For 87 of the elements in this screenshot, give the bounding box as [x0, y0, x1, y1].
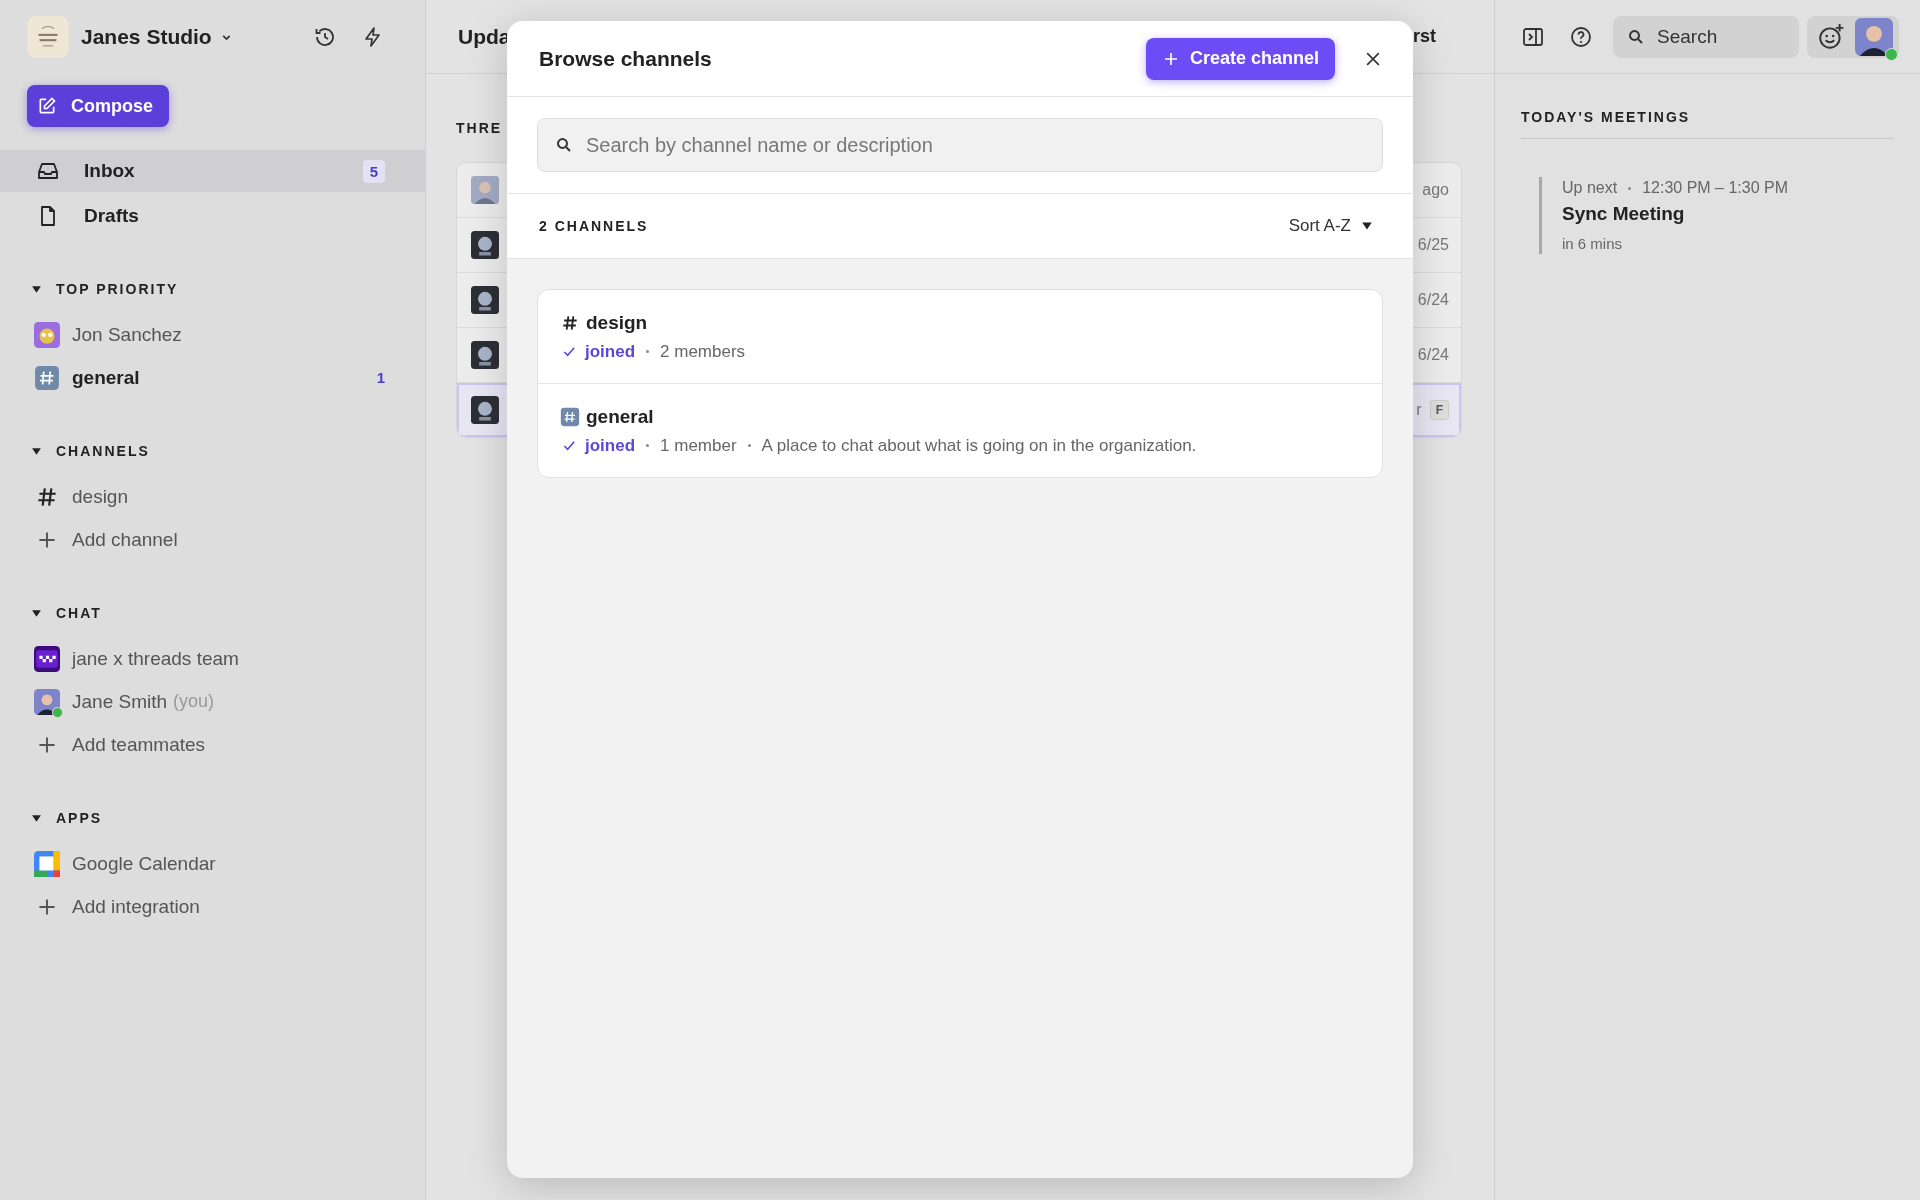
header-text: rst — [1413, 26, 1436, 47]
workspace-switcher[interactable]: Janes Studio — [81, 25, 233, 49]
joined-status: joined — [585, 341, 636, 362]
caret-icon — [1361, 220, 1373, 232]
thread-date: 6/24 — [1417, 346, 1449, 364]
avatar[interactable] — [1855, 17, 1893, 56]
channel-description: A place to chat about what is going on in the organization. — [761, 435, 1197, 456]
avatar — [34, 688, 60, 715]
bot-avatar — [471, 231, 499, 259]
thread-date: r — [1416, 401, 1422, 419]
dialog-title: Browse channels — [539, 46, 712, 71]
count-badge: 5 — [362, 159, 385, 183]
channel-count: 2 CHANNELS — [539, 218, 649, 234]
shortcut-key: F — [1429, 400, 1449, 420]
nav-item[interactable]: Drafts — [0, 195, 425, 237]
nav-label: Drafts — [84, 205, 140, 227]
item-label: design — [72, 485, 128, 508]
meeting-countdown: in 6 mins — [1562, 235, 1624, 252]
item-label: Google Calendar — [72, 852, 216, 875]
separator-dot — [646, 350, 650, 353]
member-count: 1 member — [660, 435, 737, 456]
avatar — [34, 321, 60, 348]
nav-label: Inbox — [84, 160, 136, 182]
sidebar-item[interactable]: Add teammates — [0, 723, 425, 766]
member-count: 2 members — [660, 341, 746, 362]
section-title: THRE — [456, 120, 504, 136]
channel-row[interactable]: general joined 1 member A place to chat about what is going on in the organization. — [538, 383, 1382, 477]
item-label: Add teammates — [72, 733, 206, 756]
hash-icon — [34, 364, 60, 391]
search-field[interactable]: Search — [1613, 15, 1799, 58]
search-field[interactable]: Search by channel name or description — [537, 118, 1383, 172]
hash-icon — [560, 406, 580, 427]
sidebar-item[interactable]: Jane Smith (you) — [0, 680, 425, 723]
item-label: Jane Smith — [72, 690, 168, 713]
separator-dot — [747, 444, 751, 447]
emoji-add-icon[interactable] — [1817, 22, 1845, 51]
section-title: CHANNELS — [56, 443, 150, 459]
sidebar-item[interactable]: Add integration — [0, 885, 425, 928]
calendar-icon — [34, 850, 60, 877]
item-label: Jon Sanchez — [72, 323, 182, 346]
create-channel-button[interactable]: Create channel — [1145, 37, 1335, 80]
sidebar-item[interactable]: Google Calendar — [0, 842, 425, 885]
separator-dot — [646, 444, 650, 447]
section-title: APPS — [56, 810, 103, 826]
channel-name: design — [586, 311, 648, 334]
caret-icon[interactable] — [31, 445, 42, 457]
sidebar-item[interactable]: general 1 — [0, 356, 425, 399]
bot-avatar — [471, 396, 499, 424]
nav-item[interactable]: Inbox 5 — [0, 150, 425, 192]
history-icon[interactable] — [313, 25, 337, 49]
team-icon — [34, 645, 60, 672]
caret-icon[interactable] — [31, 812, 42, 824]
thread-date: 6/25 — [1417, 236, 1449, 254]
sort-dropdown[interactable]: Sort A-Z — [1282, 215, 1379, 237]
sidebar-item[interactable]: Jon Sanchez — [0, 313, 425, 356]
section-title: TODAY'S MEETINGS — [1521, 109, 1691, 125]
item-label: general — [72, 366, 140, 389]
meeting-title: Sync Meeting — [1562, 203, 1686, 225]
thread-date: 6/24 — [1417, 291, 1449, 309]
meeting-status: Up next — [1562, 179, 1618, 197]
meeting-card[interactable]: Up next 12:30 PM – 1:30 PM Sync Meeting in 6 mins — [1539, 177, 1894, 254]
caret-icon[interactable] — [31, 607, 42, 619]
bot-avatar — [471, 286, 499, 314]
sidebar-item[interactable]: Add channel — [0, 518, 425, 561]
channel-name: general — [586, 405, 654, 428]
compose-button[interactable]: Compose — [27, 85, 169, 127]
sidebar-item[interactable]: design — [0, 475, 425, 518]
joined-status: joined — [585, 435, 636, 456]
item-label: Add channel — [72, 528, 178, 551]
item-label: Add integration — [72, 895, 200, 918]
caret-icon[interactable] — [31, 283, 42, 295]
help-icon[interactable] — [1569, 24, 1593, 49]
avatar — [471, 176, 499, 204]
meeting-time: 12:30 PM – 1:30 PM — [1642, 179, 1788, 197]
item-label: jane x threads team — [72, 647, 239, 670]
bot-avatar — [471, 341, 499, 369]
section-title: TOP PRIORITY — [56, 281, 179, 297]
edit-icon — [37, 96, 57, 116]
search-icon — [555, 136, 573, 154]
thread-date: ago — [1422, 181, 1449, 199]
unread-count: 1 — [376, 369, 385, 386]
separator-dot — [1628, 186, 1632, 190]
sidebar-item[interactable]: jane x threads team — [0, 637, 425, 680]
you-tag: (you) — [173, 691, 215, 712]
channel-row[interactable]: design joined 2 members — [538, 290, 1382, 383]
section-title: CHAT — [56, 605, 102, 621]
search-icon — [1627, 27, 1645, 46]
